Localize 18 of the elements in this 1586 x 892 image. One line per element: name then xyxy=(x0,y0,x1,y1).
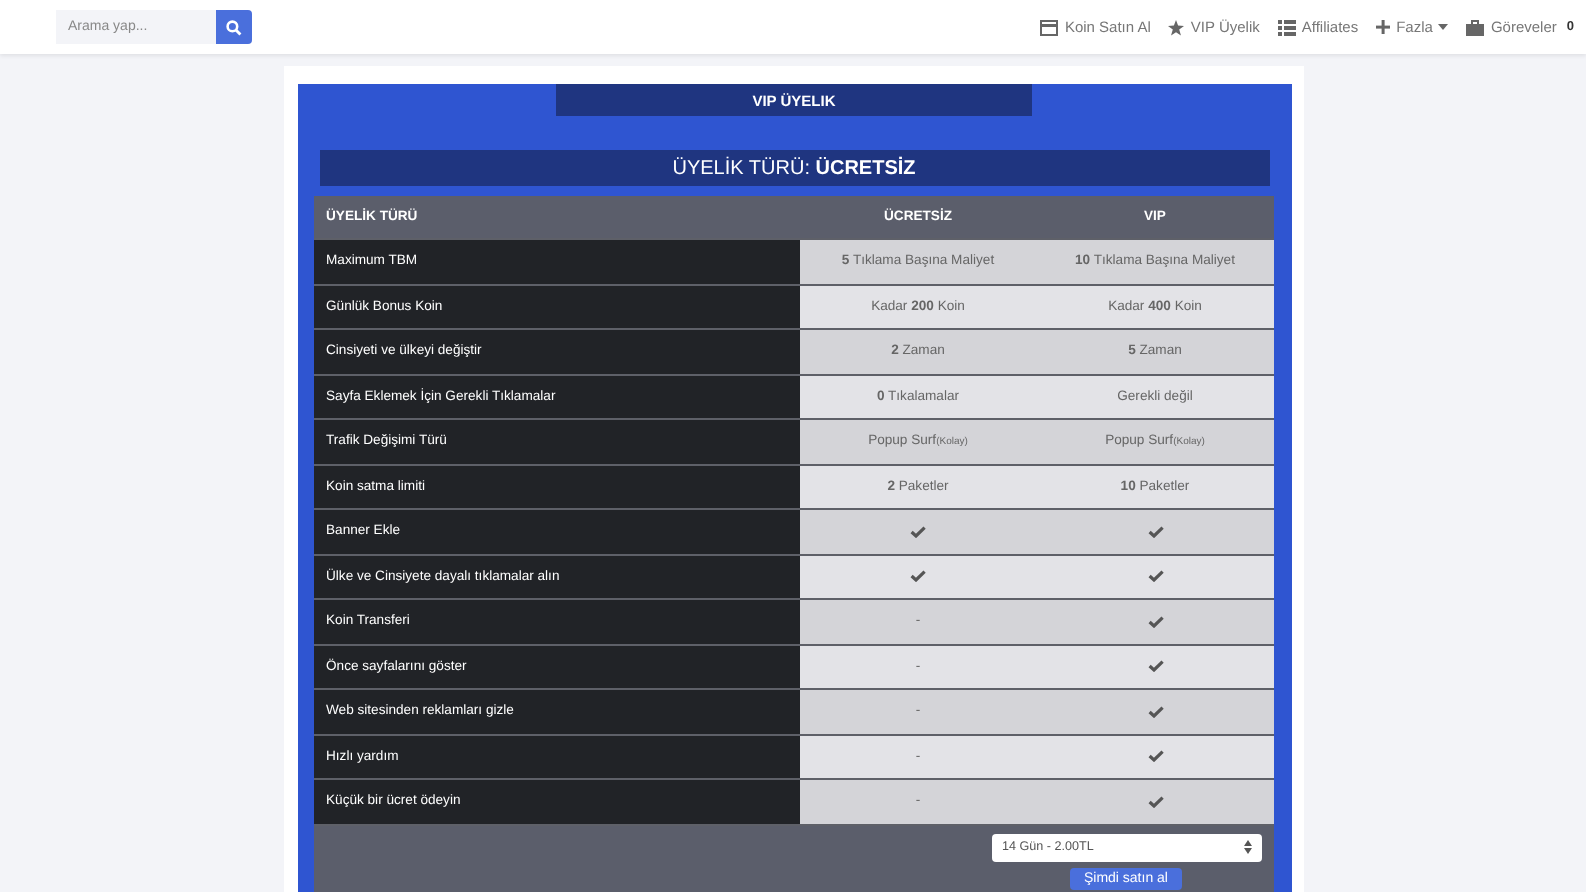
check-icon xyxy=(910,525,926,538)
check-icon xyxy=(1147,570,1163,583)
check-icon xyxy=(1147,525,1163,538)
check-icon xyxy=(1147,750,1163,763)
briefcase-icon xyxy=(1466,19,1485,35)
card-icon xyxy=(1040,19,1059,35)
membership-type-banner: ÜYELİK TÜRÜ: ÜCRETSİZ xyxy=(319,150,1269,186)
search-button[interactable] xyxy=(216,10,252,44)
list-icon xyxy=(1277,19,1296,35)
check-icon xyxy=(1147,660,1163,673)
star-icon xyxy=(1168,19,1185,35)
plus-icon xyxy=(1376,20,1391,34)
select-arrows-icon xyxy=(1244,840,1252,854)
search-icon xyxy=(226,19,242,35)
check-icon xyxy=(910,570,926,583)
check-icon xyxy=(1147,795,1163,808)
check-icon xyxy=(1147,705,1163,718)
check-icon xyxy=(1147,615,1163,628)
